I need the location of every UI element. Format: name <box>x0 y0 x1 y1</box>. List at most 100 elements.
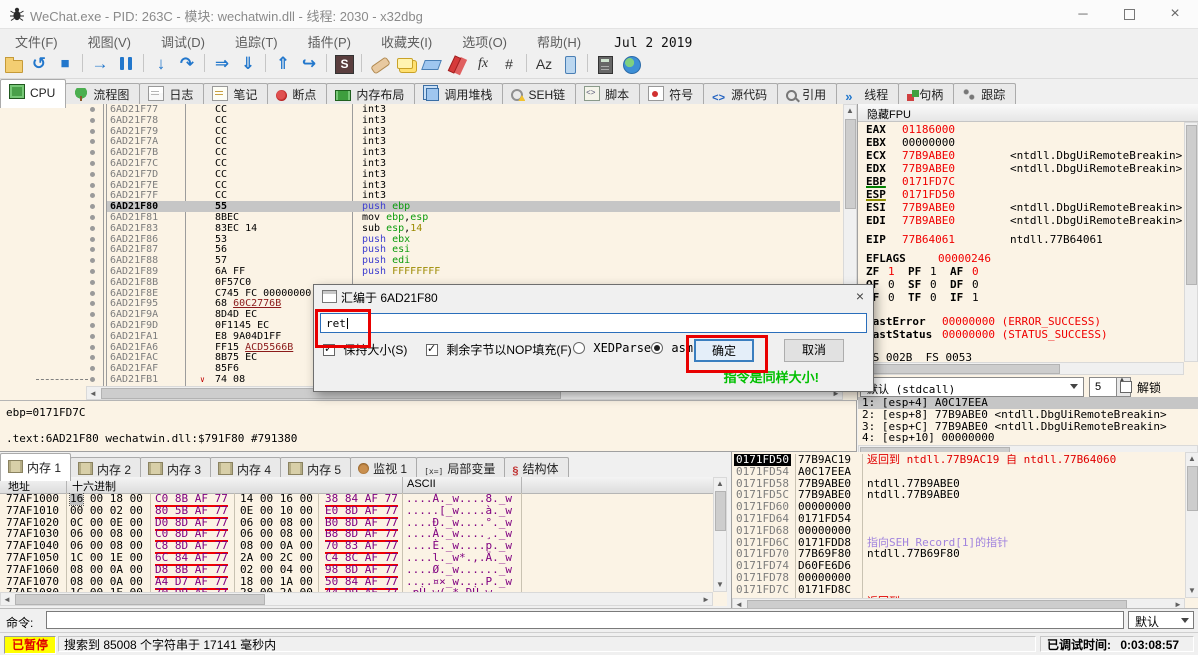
menu-item-1[interactable]: 文件(F) <box>0 29 73 51</box>
breakpoint-dot[interactable] <box>90 280 95 285</box>
breakpoint-dot[interactable] <box>90 107 95 112</box>
menu-item-4[interactable]: 追踪(T) <box>220 29 293 51</box>
disasm-row[interactable]: 6AD21F7DCCint3 <box>0 169 843 180</box>
tab-cpu[interactable]: CPU <box>0 79 66 108</box>
scroll-thumb[interactable] <box>845 119 856 209</box>
disasm-row[interactable]: 6AD21F818BECmov ebp,esp <box>0 212 843 223</box>
execute-till-return-icon[interactable]: ⇑ <box>271 52 295 76</box>
strings-az-icon[interactable]: Az <box>532 52 556 76</box>
breakpoint-dot[interactable] <box>90 129 95 134</box>
breakpoint-dot[interactable] <box>90 204 95 209</box>
pause-icon[interactable] <box>114 52 138 76</box>
hide-fpu-button[interactable]: 隐藏FPU <box>858 104 1198 122</box>
breakpoint-dot[interactable] <box>90 237 95 242</box>
menu-item-2[interactable]: 视图(V) <box>73 29 146 51</box>
register-row[interactable]: EAX01186000 <box>866 124 886 136</box>
register-row[interactable]: ECX77B9ABE0<ntdll.DbgUiRemoteBreakin> <box>866 150 886 162</box>
register-row[interactable]: EDI77B9ABE0<ntdll.DbgUiRemoteBreakin> <box>866 215 886 227</box>
scroll-thumb[interactable] <box>15 594 265 605</box>
scroll-thumb[interactable] <box>860 364 1060 374</box>
maximize-button[interactable] <box>1106 0 1152 28</box>
disasm-row[interactable]: 6AD21F8055push ebp <box>0 201 843 212</box>
close-button[interactable]: × <box>1152 0 1198 28</box>
menu-item-7[interactable]: 选项(O) <box>447 29 522 51</box>
minimize-button[interactable]: ─ <box>1060 0 1106 28</box>
stop-icon[interactable]: ■ <box>53 52 77 76</box>
breakpoint-dot[interactable] <box>90 258 95 263</box>
patches-icon[interactable] <box>367 52 391 76</box>
segment-row[interactable]: GS 002B FS 0053 <box>866 352 972 364</box>
breakpoint-dot[interactable] <box>90 215 95 220</box>
assemble-instruction-input[interactable]: ret <box>320 313 867 333</box>
breakpoint-dot[interactable] <box>90 345 95 350</box>
run-to-user-code-icon[interactable]: ⇒ <box>210 52 234 76</box>
breakpoint-dot[interactable] <box>90 355 95 360</box>
functions-icon[interactable]: fx <box>471 52 495 76</box>
disasm-row[interactable]: 6AD21F7ECCint3 <box>0 180 843 191</box>
step-over-icon[interactable]: ↷ <box>175 52 199 76</box>
bookmarks-icon[interactable] <box>445 52 469 76</box>
breakpoint-dot[interactable] <box>90 118 95 123</box>
disasm-row[interactable]: 6AD21F8756push esi <box>0 244 843 255</box>
open-file-icon[interactable] <box>1 52 25 76</box>
breakpoint-dot[interactable] <box>90 172 95 177</box>
strings-icon[interactable]: S <box>332 52 356 76</box>
last-status-row[interactable]: LastStatus00000000 (STATUS_SUCCESS) <box>866 329 932 341</box>
disasm-row[interactable]: 6AD21F7BCCint3 <box>0 147 843 158</box>
register-row[interactable]: ESI77B9ABE0<ntdll.DbgUiRemoteBreakin> <box>866 202 886 214</box>
comments-icon[interactable] <box>393 52 417 76</box>
calling-convention-select[interactable]: 默认 (stdcall) <box>860 377 1084 397</box>
disasm-row[interactable]: 6AD21F7CCCint3 <box>0 158 843 169</box>
breakpoint-dot[interactable] <box>90 247 95 252</box>
argument-row[interactable]: 2: [esp+8] 77B9ABE0 <ntdll.DbgUiRemoteBr… <box>858 409 1198 421</box>
dialog-close-icon[interactable]: × <box>856 288 864 304</box>
breakpoint-dot[interactable] <box>90 139 95 144</box>
breakpoint-dot[interactable] <box>90 301 95 306</box>
globe-icon[interactable] <box>619 52 643 76</box>
menu-item-8[interactable]: 帮助(H) <box>522 29 596 51</box>
breakpoint-dot[interactable] <box>90 334 95 339</box>
breakpoint-dot[interactable] <box>90 366 95 371</box>
dump-row[interactable]: 77AF101000 00 02 0080 5B AF 770E 00 10 0… <box>0 505 713 517</box>
register-row[interactable]: EBP0171FD7C <box>866 176 886 188</box>
hash-icon[interactable]: # <box>497 52 521 76</box>
breakpoint-dot[interactable] <box>90 377 95 382</box>
step-into-icon[interactable]: ↓ <box>149 52 173 76</box>
scroll-thumb[interactable] <box>1186 125 1197 285</box>
register-row[interactable]: EFLAGS00000246 <box>866 253 906 265</box>
register-row[interactable]: EIP77B64061ntdll.77B64061 <box>866 234 886 246</box>
registers-vscrollbar[interactable] <box>1184 122 1198 362</box>
command-input[interactable] <box>46 611 1124 629</box>
attach-icon[interactable]: ↪ <box>297 52 321 76</box>
breakpoint-dot[interactable] <box>90 193 95 198</box>
command-combo[interactable]: 默认 <box>1128 611 1194 629</box>
stack-row[interactable]: 0171FD7C0171FD8C <box>732 584 1185 596</box>
stack-row[interactable]: 0171FD6800000000 <box>732 525 1185 537</box>
register-row[interactable]: EBX00000000 <box>866 137 886 149</box>
stack-vscrollbar[interactable]: ▲ ▼ <box>1185 452 1198 598</box>
breakpoint-dot[interactable] <box>90 291 95 296</box>
run-icon[interactable]: → <box>88 52 112 76</box>
register-row[interactable]: EDX77B9ABE0<ntdll.DbgUiRemoteBreakin> <box>866 163 886 175</box>
disasm-row[interactable]: 6AD21F77CCint3 <box>0 104 843 115</box>
debuggee-icon[interactable] <box>558 52 582 76</box>
menu-item-5[interactable]: 插件(P) <box>293 29 366 51</box>
breakpoint-dot[interactable] <box>90 323 95 328</box>
disasm-row[interactable]: 6AD21F79CCint3 <box>0 126 843 137</box>
breakpoint-dot[interactable] <box>90 183 95 188</box>
menu-item-3[interactable]: 调试(D) <box>146 29 220 51</box>
register-row[interactable]: ESP0171FD50 <box>866 189 886 201</box>
breakpoint-dot[interactable] <box>90 150 95 155</box>
labels-icon[interactable] <box>419 52 443 76</box>
disasm-row[interactable]: 6AD21F7ACCint3 <box>0 136 843 147</box>
stack-row[interactable]: 0171FD54A0C17EEA <box>732 466 1185 478</box>
cancel-button[interactable]: 取消 <box>784 339 844 362</box>
unlock-checkbox[interactable] <box>1120 381 1132 393</box>
dump-vscrollbar[interactable]: ▲ ▼ <box>713 477 727 592</box>
restart-icon[interactable]: ↺ <box>27 52 51 76</box>
disasm-row[interactable]: 6AD21F8383EC 14sub esp,14 <box>0 223 843 234</box>
radio-xedparse[interactable]: XEDParse <box>573 341 651 355</box>
scroll-thumb[interactable] <box>715 491 726 531</box>
scroll-thumb[interactable] <box>1187 466 1198 511</box>
dump-hscrollbar[interactable]: ◄ ► <box>0 592 713 606</box>
